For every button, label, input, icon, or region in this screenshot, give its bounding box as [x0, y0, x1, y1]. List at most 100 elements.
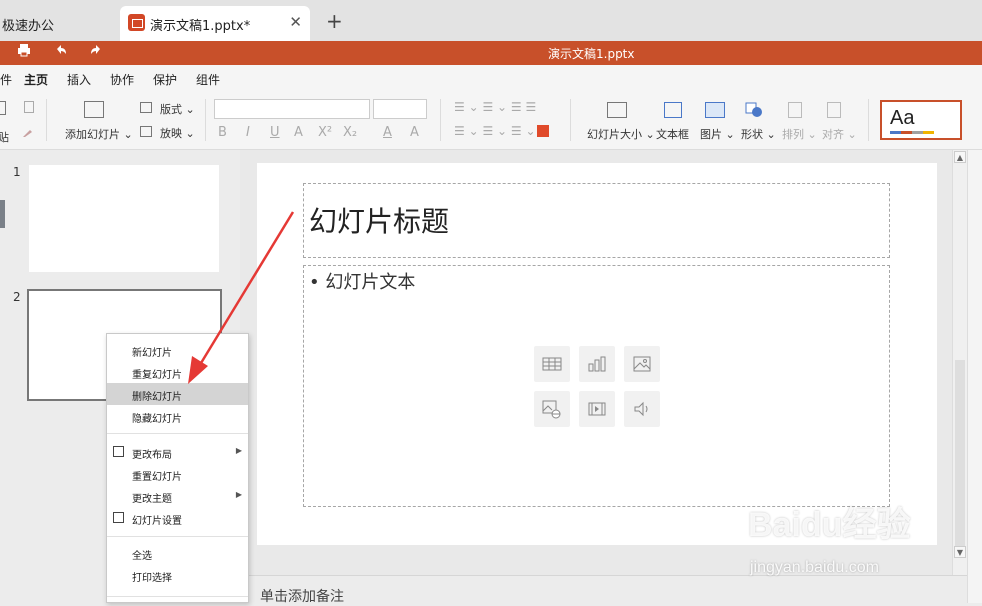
notes-placeholder: 单击添加备注 — [260, 589, 344, 605]
align-icon[interactable]: ☰ ⌄ ☰ ⌄ ☰ ⌄ — [454, 124, 536, 138]
menu-item-slide-settings[interactable]: 幻灯片设置 — [107, 507, 248, 529]
slide-size-icon — [607, 102, 627, 118]
ribbon-toolbar: 贴 添加幻灯片 ⌄ 版式 ⌄ 放映 ⌄ B I U A X² X₂ A A ☰ … — [0, 91, 982, 150]
presentation-icon — [128, 14, 145, 31]
menu-item-duplicate-slide[interactable]: 重复幻灯片 — [107, 361, 248, 383]
subscript-button[interactable]: X₂ — [343, 125, 357, 140]
ribbon-tab-insert[interactable]: 插入 — [67, 71, 91, 88]
baidu-watermark: Baidu经验 — [748, 506, 911, 544]
scrollbar-thumb[interactable] — [955, 360, 965, 550]
ribbon-tab-file-fragment[interactable]: 件 — [0, 71, 12, 88]
menu-item-label: 新幻灯片 — [132, 348, 172, 359]
new-tab-button[interactable]: + — [326, 9, 343, 33]
body-placeholder[interactable]: • 幻灯片文本 — [303, 265, 890, 507]
textbox-button[interactable]: 文本框 — [656, 126, 689, 142]
play-label: 放映 — [160, 127, 182, 140]
arrange-icon — [788, 102, 802, 118]
ribbon-tab-home[interactable]: 主页 — [24, 71, 49, 93]
menu-item-hide-slide[interactable]: 隐藏幻灯片 — [107, 405, 248, 427]
separator — [570, 99, 571, 141]
layout-label: 版式 — [160, 103, 182, 116]
window-title: 演示文稿1.pptx — [548, 47, 635, 61]
close-tab-icon[interactable]: ✕ — [289, 13, 302, 31]
title-placeholder[interactable]: 幻灯片标题 — [303, 183, 890, 258]
menu-item-select-all[interactable]: 全选 — [107, 542, 248, 564]
right-settings-panel[interactable] — [967, 150, 982, 603]
panel-edge-handle[interactable] — [0, 200, 5, 228]
scroll-down-icon[interactable]: ▼ — [954, 546, 966, 558]
layout-button[interactable]: 版式 ⌄ — [160, 101, 195, 117]
add-slide-icon[interactable] — [84, 101, 104, 118]
picture-button[interactable]: 图片 ⌄ — [700, 126, 735, 142]
insert-video-icon[interactable] — [579, 391, 615, 427]
menu-item-new-slide[interactable]: 新幻灯片 — [107, 339, 248, 361]
menu-item-delete-slide[interactable]: 删除幻灯片 — [107, 383, 248, 405]
shape-button[interactable]: 形状 ⌄ — [741, 126, 776, 142]
slide-thumbnail-1[interactable] — [29, 165, 219, 272]
ribbon-tab-protect[interactable]: 保护 — [153, 71, 177, 88]
tab-home[interactable]: 极速办公 — [0, 8, 116, 41]
print-icon[interactable] — [17, 43, 31, 61]
ribbon-tab-plugins[interactable]: 组件 — [196, 71, 220, 88]
slide-number-2: 2 — [13, 290, 21, 304]
insert-online-image-icon[interactable] — [534, 391, 570, 427]
fill-color-icon[interactable] — [537, 125, 549, 137]
menu-item-label: 重置幻灯片 — [132, 472, 182, 483]
menu-item-label: 更改布局 — [132, 450, 172, 461]
separator — [205, 99, 206, 141]
align-button[interactable]: 对齐 ⌄ — [822, 126, 857, 142]
menu-item-change-theme[interactable]: 更改主题 ▶ — [107, 485, 248, 507]
italic-button[interactable]: I — [246, 125, 250, 140]
insert-chart-icon[interactable] — [579, 346, 615, 382]
menu-item-label: 全选 — [132, 551, 152, 562]
bullet-list-icon[interactable]: ☰ ⌄ ☰ ⌄ ☰ ☰ — [454, 100, 536, 114]
undo-icon[interactable] — [54, 43, 68, 61]
layout-icon — [140, 102, 152, 113]
strikethrough-button[interactable]: A — [294, 125, 303, 140]
textbox-icon — [664, 102, 682, 118]
shape-label: 形状 — [741, 128, 763, 141]
redo-icon[interactable] — [89, 43, 103, 61]
vertical-scrollbar[interactable]: ▲ ▼ — [952, 150, 967, 575]
notes-area[interactable]: 单击添加备注 — [240, 575, 967, 605]
ribbon-tabs: 件 主页 插入 协作 保护 组件 — [0, 65, 982, 93]
ribbon-tab-collaborate[interactable]: 协作 — [110, 71, 134, 88]
insert-table-icon[interactable] — [534, 346, 570, 382]
highlight-button[interactable]: A — [410, 125, 419, 140]
play-icon — [140, 126, 152, 137]
arrange-button[interactable]: 排列 ⌄ — [782, 126, 817, 142]
theme-preview[interactable]: Aa — [880, 100, 962, 140]
menu-item-change-layout[interactable]: 更改布局 ▶ — [107, 441, 248, 463]
format-painter-icon[interactable] — [22, 127, 34, 137]
title-placeholder-text: 幻灯片标题 — [309, 205, 450, 238]
play-button[interactable]: 放映 ⌄ — [160, 125, 195, 141]
separator — [868, 99, 869, 141]
theme-sample-text: Aa — [890, 107, 915, 129]
menu-item-reset-slide[interactable]: 重置幻灯片 — [107, 463, 248, 485]
shape-icon — [745, 102, 763, 118]
add-slide-button[interactable]: 添加幻灯片 ⌄ — [65, 126, 133, 142]
menu-separator — [107, 536, 248, 537]
tab-document[interactable]: 演示文稿1.pptx* ✕ — [120, 6, 310, 41]
copy-icon[interactable] — [24, 101, 34, 113]
font-family-select[interactable] — [214, 99, 370, 119]
font-color-button[interactable]: A — [383, 125, 392, 140]
tab-document-label: 演示文稿1.pptx* — [150, 19, 251, 34]
font-size-select[interactable] — [373, 99, 427, 119]
picture-icon — [705, 102, 725, 118]
slide-number-1: 1 — [13, 165, 21, 179]
tab-bar: 极速办公 演示文稿1.pptx* ✕ + — [0, 0, 982, 41]
underline-button[interactable]: U — [270, 125, 280, 140]
insert-audio-icon[interactable] — [624, 391, 660, 427]
slide-size-button[interactable]: 幻灯片大小 ⌄ — [587, 126, 655, 142]
superscript-button[interactable]: X² — [318, 125, 332, 140]
insert-image-icon[interactable] — [624, 346, 660, 382]
picture-label: 图片 — [700, 128, 722, 141]
menu-item-label: 打印选择 — [132, 573, 172, 584]
bold-button[interactable]: B — [218, 125, 227, 140]
menu-item-label: 重复幻灯片 — [132, 370, 182, 381]
paste-icon[interactable] — [0, 101, 6, 115]
menu-item-label: 更改主题 — [132, 494, 172, 505]
menu-item-print-selection[interactable]: 打印选择 — [107, 564, 248, 586]
scroll-up-icon[interactable]: ▲ — [954, 151, 966, 163]
